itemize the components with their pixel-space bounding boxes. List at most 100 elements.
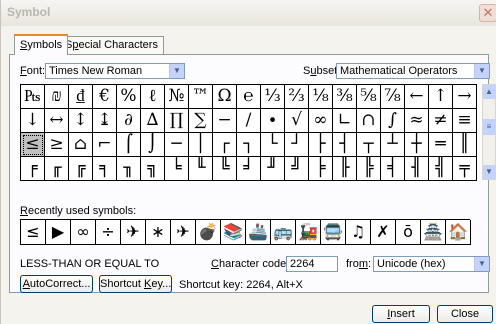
close-button[interactable]: Close (437, 305, 493, 323)
recent-symbol-cell[interactable]: ✗ (371, 220, 396, 245)
symbol-cell[interactable]: ⌐ (93, 133, 117, 157)
symbol-cell[interactable]: ╘ (165, 157, 189, 181)
symbol-cell[interactable]: ∩ (357, 109, 381, 133)
symbol-cell[interactable]: ╢ (405, 157, 429, 181)
symbol-cell[interactable]: ┐ (237, 133, 261, 157)
symbol-cell[interactable]: √ (285, 109, 309, 133)
scroll-up-icon[interactable]: ▲ (483, 85, 495, 99)
symbol-cell[interactable]: ℮ (237, 85, 261, 109)
scroll-thumb[interactable]: ≡ (483, 119, 495, 135)
recent-symbol-cell[interactable]: 🏯 (421, 220, 446, 245)
title-bar[interactable]: Symbol ✕ (1, 0, 496, 26)
symbol-cell[interactable]: ╠ (357, 157, 381, 181)
symbol-cell[interactable]: ┘ (285, 133, 309, 157)
symbol-cell[interactable]: ≥ (45, 133, 69, 157)
recent-symbol-cell[interactable]: 🚢 (246, 220, 271, 245)
symbol-cell[interactable]: ╟ (333, 157, 357, 181)
shortcut-key-button[interactable]: Shortcut Key... (99, 275, 172, 293)
symbol-cell[interactable]: ↑ (429, 85, 453, 109)
insert-button[interactable]: Insert (372, 305, 430, 323)
symbol-cell[interactable]: ╙ (189, 157, 213, 181)
symbol-cell[interactable]: ∟ (333, 109, 357, 133)
symbol-cell[interactable]: ⌠ (117, 133, 141, 157)
symbol-cell[interactable]: ╔ (69, 157, 93, 181)
symbol-cell[interactable]: ≠ (429, 109, 453, 133)
symbol-cell[interactable]: ⅔ (285, 85, 309, 109)
symbol-cell[interactable]: № (165, 85, 189, 109)
symbol-cell[interactable]: ╒ (21, 157, 45, 181)
symbol-cell[interactable]: → (453, 85, 477, 109)
recent-symbol-cell[interactable]: 📚 (221, 220, 246, 245)
symbol-cell[interactable]: ↨ (93, 109, 117, 133)
symbol-cell[interactable]: − (213, 109, 237, 133)
symbol-grid-scrollbar[interactable]: ▲ ≡ ▼ (482, 84, 496, 180)
symbol-cell[interactable]: ┌ (213, 133, 237, 157)
tab-special-characters[interactable]: Special Characters (59, 36, 164, 54)
symbol-cell[interactable]: ⅛ (309, 85, 333, 109)
symbol-cell[interactable]: ═ (429, 133, 453, 157)
symbol-cell[interactable]: % (117, 85, 141, 109)
symbol-cell[interactable]: ╖ (117, 157, 141, 181)
symbol-cell[interactable]: ⅜ (333, 85, 357, 109)
symbol-cell[interactable]: ₫ (69, 85, 93, 109)
symbol-cell[interactable]: ≤ (21, 133, 45, 157)
recent-symbol-cell[interactable]: ÷ (96, 220, 121, 245)
recent-symbol-cell[interactable]: ∞ (71, 220, 96, 245)
symbol-cell[interactable]: │ (189, 133, 213, 157)
recent-symbol-cell[interactable]: ō (396, 220, 421, 245)
symbol-cell[interactable]: ┤ (333, 133, 357, 157)
tab-symbols[interactable]: Symbols (14, 34, 69, 55)
symbol-cell[interactable]: ┴ (381, 133, 405, 157)
symbol-cell[interactable]: Ω (213, 85, 237, 109)
symbol-cell[interactable]: ╚ (213, 157, 237, 181)
symbol-cell[interactable]: ╓ (45, 157, 69, 181)
symbol-cell[interactable]: ╝ (285, 157, 309, 181)
autocorrect-button[interactable]: AutoCorrect... (20, 275, 93, 293)
recent-symbol-cell[interactable]: ✈ (171, 220, 196, 245)
symbol-cell[interactable]: ™ (189, 85, 213, 109)
recent-symbol-cell[interactable]: 💣 (196, 220, 221, 245)
symbol-cell[interactable]: ↕ (69, 109, 93, 133)
symbol-cell[interactable]: ╗ (141, 157, 165, 181)
symbol-cell[interactable]: ← (405, 85, 429, 109)
symbol-cell[interactable]: ╕ (93, 157, 117, 181)
symbol-cell[interactable]: ∞ (309, 109, 333, 133)
font-select[interactable]: Times New Roman ▼ (45, 63, 185, 79)
close-icon[interactable]: ✕ (479, 4, 496, 22)
symbol-cell[interactable]: ╜ (261, 157, 285, 181)
scroll-down-icon[interactable]: ▼ (483, 165, 495, 179)
symbol-cell[interactable]: ║ (453, 133, 477, 157)
character-code-input[interactable]: 2264 (286, 256, 338, 272)
symbol-cell[interactable]: ∂ (117, 109, 141, 133)
symbol-cell[interactable]: ⅝ (357, 85, 381, 109)
symbol-cell[interactable]: ∫ (381, 109, 405, 133)
symbol-cell[interactable]: ∑ (189, 109, 213, 133)
recent-symbol-cell[interactable]: 🏠 (446, 220, 471, 245)
symbol-cell[interactable]: ⅞ (381, 85, 405, 109)
symbol-cell[interactable]: ⌂ (69, 133, 93, 157)
recent-symbol-cell[interactable]: ♫ (346, 220, 371, 245)
symbol-cell[interactable]: ∙ (261, 109, 285, 133)
from-select[interactable]: Unicode (hex) ▼ (373, 256, 490, 272)
symbol-cell[interactable]: ╤ (453, 157, 477, 181)
symbol-cell[interactable]: € (93, 85, 117, 109)
symbol-cell[interactable]: ╣ (429, 157, 453, 181)
symbol-cell[interactable]: ⌡ (141, 133, 165, 157)
recent-symbol-cell[interactable]: ✈ (121, 220, 146, 245)
symbol-cell[interactable]: ∕ (237, 109, 261, 133)
symbol-cell[interactable]: ⅓ (261, 85, 285, 109)
symbol-cell[interactable]: ∏ (165, 109, 189, 133)
symbol-cell[interactable]: ╛ (237, 157, 261, 181)
symbol-cell[interactable]: ┼ (405, 133, 429, 157)
symbol-cell[interactable]: ├ (309, 133, 333, 157)
symbol-cell[interactable]: ╡ (381, 157, 405, 181)
symbol-cell[interactable]: ₧ (21, 85, 45, 109)
symbol-cell[interactable]: ℓ (141, 85, 165, 109)
symbol-cell[interactable]: ╞ (309, 157, 333, 181)
recent-symbol-cell[interactable]: 🚍 (321, 220, 346, 245)
symbol-cell[interactable]: ─ (165, 133, 189, 157)
recent-symbol-cell[interactable]: ≤ (21, 220, 46, 245)
symbol-cell[interactable]: ≡ (453, 109, 477, 133)
symbol-cell[interactable]: ↔ (45, 109, 69, 133)
recent-symbol-cell[interactable]: 🚂 (296, 220, 321, 245)
